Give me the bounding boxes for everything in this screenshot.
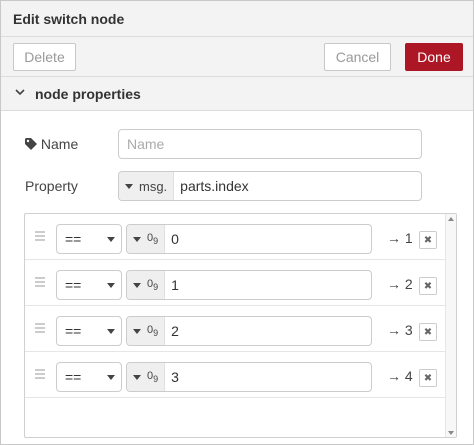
close-icon: ✖ [423, 234, 433, 246]
value-type-dropdown[interactable]: 09 [127, 317, 166, 345]
rule-output-label: → 1 [387, 230, 413, 246]
rule-value: 2 [171, 323, 179, 339]
node-properties-section-header[interactable]: node properties [1, 77, 473, 111]
chevron-down-icon [15, 86, 25, 100]
value-type-dropdown[interactable]: 09 [127, 271, 166, 299]
operator-value: == [65, 323, 82, 339]
dropdown-arrow-icon [107, 329, 115, 334]
remove-rule-button[interactable]: ✖ [419, 231, 437, 249]
rules-scrollbar[interactable] [445, 214, 456, 437]
cancel-button[interactable]: Cancel [324, 43, 391, 71]
scroll-down-arrow-icon[interactable] [448, 431, 454, 435]
rule-row: == 09 0 → 1 ✖ [25, 214, 445, 260]
operator-select[interactable]: == [56, 224, 122, 254]
rule-row: == 09 2 → 3 ✖ [25, 306, 445, 352]
value-type-dropdown[interactable]: 09 [127, 225, 166, 253]
rule-value: 0 [171, 231, 179, 247]
rule-value-input[interactable]: 09 1 [126, 270, 372, 300]
value-type-dropdown[interactable]: 09 [127, 363, 166, 391]
rules-list: == 09 0 → 1 ✖ == 09 1 → 2 ✖ == 09 2 → 3 … [24, 213, 457, 438]
operator-value: == [65, 277, 82, 293]
operator-select[interactable]: == [56, 270, 122, 300]
operator-value: == [65, 231, 82, 247]
number-icon: 09 [147, 369, 159, 385]
property-type-dropdown[interactable]: msg. [119, 172, 175, 200]
dropdown-arrow-icon [107, 283, 115, 288]
rule-row: == 09 1 → 2 ✖ [25, 260, 445, 306]
property-input[interactable]: msg. parts.index [118, 171, 422, 201]
name-input[interactable]: Name [118, 129, 422, 159]
close-icon: ✖ [423, 372, 433, 384]
property-type-prefix: msg. [139, 178, 168, 194]
operator-select[interactable]: == [56, 362, 122, 392]
number-icon: 09 [147, 231, 159, 247]
number-icon: 09 [147, 323, 159, 339]
dialog-toolbar: Delete Cancel Done [1, 37, 473, 77]
rule-value-input[interactable]: 09 0 [126, 224, 372, 254]
rule-value-input[interactable]: 09 2 [126, 316, 372, 346]
drag-handle-icon[interactable] [35, 369, 45, 379]
remove-rule-button[interactable]: ✖ [419, 323, 437, 341]
rule-value: 3 [171, 369, 179, 385]
section-label: node properties [35, 86, 141, 102]
caret-down-icon [133, 374, 141, 380]
dropdown-arrow-icon [107, 237, 115, 242]
tag-icon [25, 137, 37, 150]
rule-value-input[interactable]: 09 3 [126, 362, 372, 392]
dialog-titlebar: Edit switch node [1, 1, 473, 37]
remove-rule-button[interactable]: ✖ [419, 277, 437, 295]
done-button[interactable]: Done [405, 43, 463, 71]
drag-handle-icon[interactable] [35, 231, 45, 241]
edit-switch-node-dialog: Edit switch node Delete Cancel Done node… [0, 0, 474, 445]
drag-handle-icon[interactable] [35, 323, 45, 333]
rule-row: == 09 3 → 4 ✖ [25, 352, 445, 398]
caret-down-icon [133, 236, 141, 242]
property-value: parts.index [180, 178, 249, 194]
caret-down-icon [133, 328, 141, 334]
rule-output-label: → 3 [387, 322, 413, 338]
dropdown-arrow-icon [107, 375, 115, 380]
operator-select[interactable]: == [56, 316, 122, 346]
rule-output-label: → 2 [387, 276, 413, 292]
rule-value: 1 [171, 277, 179, 293]
scroll-up-arrow-icon[interactable] [448, 217, 454, 221]
number-icon: 09 [147, 277, 159, 293]
rule-output-label: → 4 [387, 368, 413, 384]
caret-down-icon [133, 282, 141, 288]
caret-down-icon [125, 183, 133, 189]
close-icon: ✖ [423, 280, 433, 292]
property-label: Property [25, 178, 78, 194]
remove-rule-button[interactable]: ✖ [419, 369, 437, 387]
name-label: Name [40, 136, 79, 152]
drag-handle-icon[interactable] [35, 277, 45, 287]
name-label-row: Name [25, 136, 78, 152]
delete-button[interactable]: Delete [13, 43, 76, 71]
operator-value: == [65, 369, 82, 385]
close-icon: ✖ [423, 326, 433, 338]
dialog-title: Edit switch node [13, 11, 125, 27]
